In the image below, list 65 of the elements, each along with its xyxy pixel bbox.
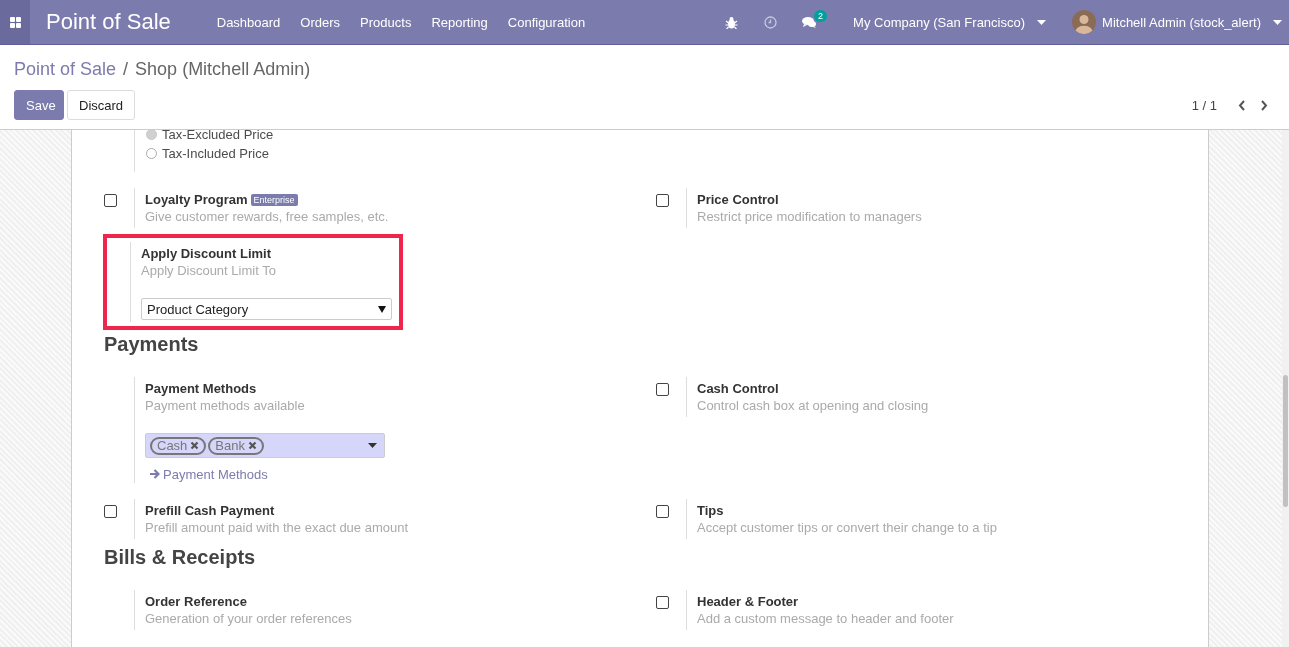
breadcrumb-separator: / bbox=[123, 58, 129, 80]
breadcrumb-current: Shop (Mitchell Admin) bbox=[135, 58, 311, 80]
chat-icon[interactable] bbox=[802, 15, 818, 29]
previous-icon[interactable] bbox=[1238, 99, 1246, 111]
setting-description: Payment methods available bbox=[145, 398, 306, 415]
breadcrumb-link[interactable]: Point of Sale bbox=[14, 58, 117, 80]
tag-chip[interactable]: Bank bbox=[208, 436, 264, 455]
radio-label: Tax-Included Price bbox=[162, 145, 269, 161]
checkbox[interactable] bbox=[656, 383, 669, 396]
checkbox[interactable] bbox=[104, 194, 117, 207]
save-button[interactable]: Save bbox=[14, 90, 64, 120]
discard-button[interactable]: Discard bbox=[67, 90, 136, 120]
tags-field[interactable]: Cash Bank bbox=[145, 433, 385, 458]
message-count-badge: 2 bbox=[814, 9, 828, 22]
radio-label: Tax-Excluded Price bbox=[162, 130, 274, 142]
apps-button[interactable] bbox=[0, 0, 30, 44]
remove-icon[interactable] bbox=[248, 441, 257, 450]
menu-item[interactable]: Products bbox=[350, 14, 422, 30]
setting-title: Header & Footer bbox=[697, 594, 799, 609]
setting-title: Cash Control bbox=[697, 381, 779, 396]
caret-icon bbox=[378, 305, 386, 313]
setting-title: Payment Methods bbox=[145, 381, 257, 396]
caret-icon bbox=[368, 443, 377, 448]
setting-title: Apply Discount Limit bbox=[141, 246, 271, 261]
setting-title: Order Reference bbox=[145, 594, 247, 609]
section-heading: Payments bbox=[104, 333, 200, 357]
caret-icon bbox=[1273, 19, 1282, 25]
apps-icon bbox=[9, 16, 21, 28]
checkbox[interactable] bbox=[656, 505, 669, 518]
checkbox[interactable] bbox=[656, 596, 669, 609]
pager-counter: 1 / 1 bbox=[1191, 97, 1217, 113]
setting-description: Apply Discount Limit To bbox=[141, 263, 277, 280]
setting-description: Add a custom message to header and footer bbox=[697, 611, 955, 628]
payment-methods-link[interactable]: Payment Methods bbox=[149, 465, 653, 483]
menu-item[interactable]: Reporting bbox=[421, 14, 498, 30]
setting-description: Give customer rewards, free samples, etc. bbox=[145, 209, 390, 226]
dropdown-field[interactable]: Product Category bbox=[141, 298, 392, 320]
scrollbar-thumb[interactable] bbox=[1283, 375, 1288, 507]
setting-title: Loyalty Program bbox=[145, 192, 248, 207]
avatar-icon bbox=[1072, 10, 1097, 34]
menu-item[interactable]: Dashboard bbox=[206, 14, 291, 30]
bug-icon[interactable] bbox=[725, 15, 739, 29]
setting-title: Price Control bbox=[697, 192, 779, 207]
menu-item[interactable]: Orders bbox=[290, 14, 351, 30]
caret-icon bbox=[1037, 19, 1047, 25]
setting-description: Restrict price modification to managers bbox=[697, 209, 923, 226]
setting-description: Prefill amount paid with the exact due amount bbox=[145, 520, 410, 537]
remove-icon[interactable] bbox=[190, 441, 200, 450]
setting-description: Accept customer tips or convert their change to a tip bbox=[697, 520, 998, 537]
tag-chip[interactable]: Cash bbox=[150, 436, 207, 455]
section-heading: Bills & Receipts bbox=[104, 546, 257, 570]
checkbox[interactable] bbox=[656, 194, 669, 207]
radio-button[interactable] bbox=[146, 130, 157, 140]
setting-title: Prefill Cash Payment bbox=[145, 503, 275, 518]
menu-item[interactable]: Configuration bbox=[497, 14, 596, 30]
user-menu[interactable]: Mitchell Admin (stock_alert) bbox=[1064, 10, 1289, 34]
next-icon[interactable] bbox=[1260, 99, 1268, 111]
setting-description: Generation of your order references bbox=[145, 611, 353, 628]
app-title: Point of Sale bbox=[46, 9, 171, 35]
setting-description: Control cash box at opening and closing bbox=[697, 398, 930, 415]
company-switcher[interactable]: My Company (San Francisco) bbox=[845, 14, 1055, 30]
setting-title: Tips bbox=[697, 503, 724, 518]
enterprise-badge: Enterprise bbox=[250, 193, 298, 206]
checkbox[interactable] bbox=[104, 505, 117, 518]
arrow-icon bbox=[149, 468, 160, 480]
